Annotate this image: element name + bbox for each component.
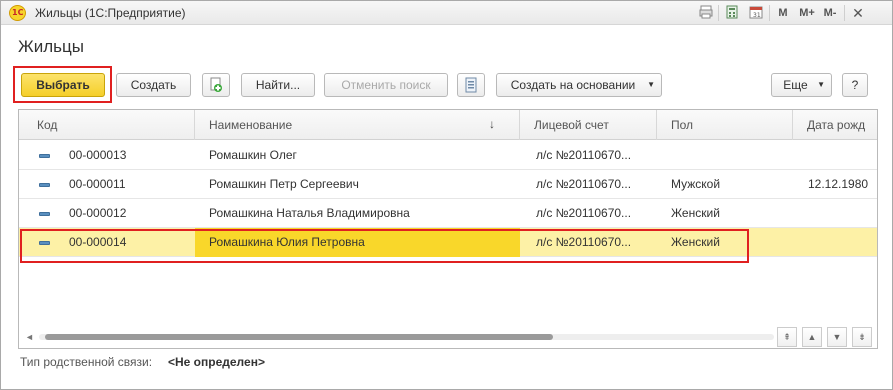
relation-type-label: Тип родственной связи:	[20, 355, 153, 369]
column-header-gender[interactable]: Пол	[657, 110, 793, 140]
calendar-icon[interactable]: 31	[748, 5, 764, 21]
go-last-button[interactable]: ⇟	[852, 327, 872, 347]
1c-logo-icon[interactable]: 1С	[9, 5, 26, 21]
more-label: Еще	[783, 78, 808, 92]
title-bar: 1С Жильцы (1С:Предприятие) 31 M M+ M- ✕	[1, 1, 892, 25]
cell-birthdate	[796, 199, 877, 228]
go-down-button[interactable]: ▼	[827, 327, 847, 347]
column-header-birthdate[interactable]: Дата рожд	[793, 110, 877, 140]
app-window: 1С Жильцы (1С:Предприятие) 31 M M+ M- ✕ …	[0, 0, 893, 390]
cell-account: л/с №20110670...	[536, 206, 632, 220]
cell-code: 00-000012	[69, 206, 127, 220]
more-button[interactable]: Еще ▼	[771, 73, 832, 97]
go-up-button[interactable]: ▲	[802, 327, 822, 347]
cell-birthdate	[796, 228, 877, 257]
go-first-button[interactable]: ⇞	[777, 327, 797, 347]
cell-code: 00-000011	[69, 177, 126, 191]
cell-name: Ромашкина Наталья Владимировна	[209, 206, 410, 220]
create-based-on-label: Создать на основании	[510, 78, 636, 92]
table-header: Код Наименование ↓ Лицевой счет Пол Дата…	[19, 110, 877, 140]
cell-account: л/с №20110670...	[536, 177, 632, 191]
cell-account: л/с №20110670...	[536, 148, 632, 162]
create-based-on-button[interactable]: Создать на основании ▼	[496, 73, 662, 97]
column-header-name[interactable]: Наименование	[195, 110, 520, 140]
svg-text:31: 31	[753, 12, 761, 19]
calculator-icon[interactable]	[724, 5, 740, 21]
memory-minus-icon[interactable]: M-	[821, 5, 839, 21]
scroll-thumb[interactable]	[45, 334, 553, 340]
cell-name: Ромашкин Петр Сергеевич	[209, 177, 359, 191]
cell-gender: Мужской	[671, 177, 721, 191]
print-icon[interactable]	[698, 5, 714, 21]
add-document-icon	[210, 77, 222, 92]
relation-type-value[interactable]: <Не определен>	[168, 355, 265, 369]
cell-birthdate: 12.12.1980	[808, 177, 869, 191]
catalog-item-icon	[39, 212, 50, 216]
cell-code: 00-000013	[69, 148, 127, 162]
horizontal-scrollbar[interactable]: ◄ ► ⇞ ▲ ▼ ⇟	[19, 324, 877, 348]
table-row[interactable]: 00-000011 Ромашкин Петр Сергеевич л/с №2…	[19, 170, 877, 199]
help-button[interactable]: ?	[842, 73, 868, 97]
sort-descending-icon: ↓	[489, 117, 495, 131]
table-row[interactable]: 00-000013 Ромашкин Олег л/с №20110670...	[19, 141, 877, 170]
column-header-account[interactable]: Лицевой счет	[520, 110, 657, 140]
chevron-down-icon: ▼	[647, 80, 655, 89]
chevron-down-icon: ▼	[817, 80, 825, 89]
page-title: Жильцы	[18, 37, 84, 56]
logo-text: 1С	[12, 8, 24, 17]
memory-plus-icon[interactable]: M+	[798, 5, 816, 21]
column-header-code[interactable]: Код	[19, 110, 195, 140]
cell-gender	[659, 141, 793, 170]
memory-icon[interactable]: M	[776, 5, 790, 21]
go-first-icon: ⇞	[783, 332, 791, 342]
annotation-frame-row	[20, 229, 749, 263]
go-last-icon: ⇟	[858, 332, 866, 342]
create-button[interactable]: Создать	[116, 73, 191, 97]
go-down-icon: ▼	[832, 332, 842, 342]
close-icon[interactable]: ✕	[851, 5, 865, 21]
catalog-item-icon	[39, 154, 50, 158]
cell-name: Ромашкин Олег	[209, 148, 297, 162]
find-button[interactable]: Найти...	[241, 73, 315, 97]
scroll-left-icon[interactable]: ◄	[25, 332, 34, 342]
annotation-frame-select	[13, 66, 112, 103]
catalog-item-icon	[39, 183, 50, 187]
table-row[interactable]: 00-000012 Ромашкина Наталья Владимировна…	[19, 199, 877, 228]
go-up-icon: ▲	[807, 332, 817, 342]
create-copy-button[interactable]	[202, 73, 230, 97]
cell-gender: Женский	[671, 206, 720, 220]
window-title: Жильцы (1С:Предприятие)	[35, 6, 186, 20]
list-icon	[465, 77, 477, 93]
cancel-search-button[interactable]: Отменить поиск	[324, 73, 448, 97]
list-settings-button[interactable]	[457, 73, 485, 97]
cell-birthdate	[796, 141, 877, 170]
